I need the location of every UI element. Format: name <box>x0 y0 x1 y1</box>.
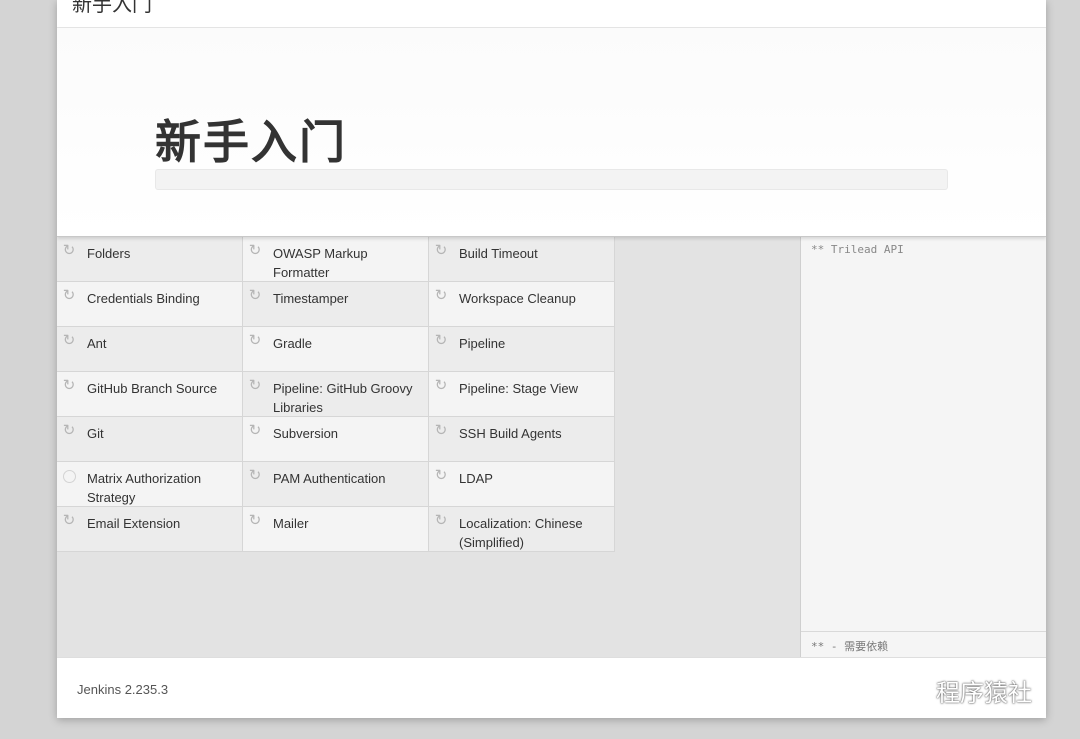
dialog-header: 新手入门 <box>57 0 1046 28</box>
plugin-item: ↻ PAM Authentication <box>243 462 429 507</box>
refresh-icon: ↻ <box>62 331 76 349</box>
plugin-name: Folders <box>87 246 131 261</box>
jenkins-version: Jenkins 2.235.3 <box>77 682 169 697</box>
setup-wizard-dialog: 新手入门 新手入门 ↻ Folders ↻ OWASP Markup Formatte… <box>57 0 1046 718</box>
plugin-name: Mailer <box>273 516 309 531</box>
plugin-item: ↻ Folders <box>57 237 243 282</box>
plugin-name: Pipeline <box>459 336 506 351</box>
refresh-icon: ↻ <box>248 376 262 394</box>
refresh-icon: ↻ <box>62 241 76 259</box>
refresh-icon: ↻ <box>434 466 448 484</box>
plugin-item: ↻ Git <box>57 417 243 462</box>
plugin-item: ↻ Mailer <box>243 507 429 552</box>
plugin-name: Gradle <box>273 336 313 351</box>
plugin-name: Git <box>87 426 104 441</box>
refresh-icon: ↻ <box>248 466 262 484</box>
watermark: 程序猿社 <box>890 671 1032 709</box>
plugin-item: ↻ OWASP Markup Formatter <box>243 237 429 282</box>
refresh-icon: ↻ <box>434 241 448 259</box>
refresh-icon: ↻ <box>62 376 76 394</box>
pending-circle-icon <box>63 470 76 483</box>
refresh-icon: ↻ <box>62 421 76 439</box>
plugin-name: Credentials Binding <box>87 291 200 306</box>
refresh-icon: ↻ <box>248 421 262 439</box>
plugin-item: ↻ Build Timeout <box>429 237 615 282</box>
plugin-name: Build Timeout <box>459 246 538 261</box>
plugin-name: Timestamper <box>273 291 349 306</box>
plugin-name: Email Extension <box>87 516 181 531</box>
refresh-icon: ↻ <box>62 286 76 304</box>
install-progress-bar <box>155 169 948 190</box>
plugin-name: Matrix Authorization Strategy <box>87 471 202 505</box>
plugin-item: ↻ Pipeline: GitHub Groovy Libraries <box>243 372 429 417</box>
plugin-name: Subversion <box>273 426 339 441</box>
plugin-name: Pipeline: GitHub Groovy Libraries <box>273 381 413 415</box>
plugin-item: Matrix Authorization Strategy <box>57 462 243 507</box>
plugin-name: SSH Build Agents <box>459 426 562 441</box>
plugin-item: ↻ Ant <box>57 327 243 372</box>
install-log-panel[interactable]: ** Trilead API ** - 需要依赖 <box>800 237 1046 657</box>
plugin-item: ↻ Subversion <box>243 417 429 462</box>
dependency-legend: ** - 需要依赖 <box>811 640 889 653</box>
plugin-grid: ↻ Folders ↻ OWASP Markup Formatter ↻ Build Ti… <box>57 237 800 552</box>
refresh-icon: ↻ <box>434 286 448 304</box>
refresh-icon: ↻ <box>248 511 262 529</box>
hero-section: 新手入门 <box>57 28 1046 237</box>
plugin-name: Workspace Cleanup <box>459 291 576 306</box>
plugin-item: ↻ Email Extension <box>57 507 243 552</box>
plugin-item: ↻ Workspace Cleanup <box>429 282 615 327</box>
plugin-item: ↻ Timestamper <box>243 282 429 327</box>
watermark-text: 程序猿社 <box>936 678 1032 707</box>
plugin-name: LDAP <box>459 471 493 486</box>
wechat-logo-icon <box>891 676 929 704</box>
dialog-header-title: 新手入门 <box>72 0 152 16</box>
plugin-item: ↻ Localization: Chinese (Simplified) <box>429 507 615 552</box>
plugin-name: Pipeline: Stage View <box>459 381 579 396</box>
plugin-item: ↻ Pipeline: Stage View <box>429 372 615 417</box>
plugin-name: Ant <box>87 336 107 351</box>
refresh-icon: ↻ <box>434 376 448 394</box>
plugin-item: ↻ Credentials Binding <box>57 282 243 327</box>
install-log-text: ** Trilead API <box>811 243 904 256</box>
install-log-footer: ** - 需要依赖 <box>801 631 1046 657</box>
refresh-icon: ↻ <box>62 511 76 529</box>
plugin-name: OWASP Markup Formatter <box>273 246 368 280</box>
plugin-item: ↻ LDAP <box>429 462 615 507</box>
refresh-icon: ↻ <box>434 511 448 529</box>
refresh-icon: ↻ <box>248 331 262 349</box>
refresh-icon: ↻ <box>248 286 262 304</box>
plugin-item: ↻ SSH Build Agents <box>429 417 615 462</box>
plugin-list-area: ↻ Folders ↻ OWASP Markup Formatter ↻ Build Ti… <box>57 237 800 657</box>
plugin-item: ↻ Pipeline <box>429 327 615 372</box>
plugin-name: PAM Authentication <box>273 471 386 486</box>
plugin-name: GitHub Branch Source <box>87 381 218 396</box>
refresh-icon: ↻ <box>434 331 448 349</box>
plugin-item: ↻ Gradle <box>243 327 429 372</box>
page-title: 新手入门 <box>155 115 347 169</box>
refresh-icon: ↻ <box>248 241 262 259</box>
plugin-name: Localization: Chinese (Simplified) <box>459 516 583 550</box>
plugin-item: ↻ GitHub Branch Source <box>57 372 243 417</box>
refresh-icon: ↻ <box>434 421 448 439</box>
